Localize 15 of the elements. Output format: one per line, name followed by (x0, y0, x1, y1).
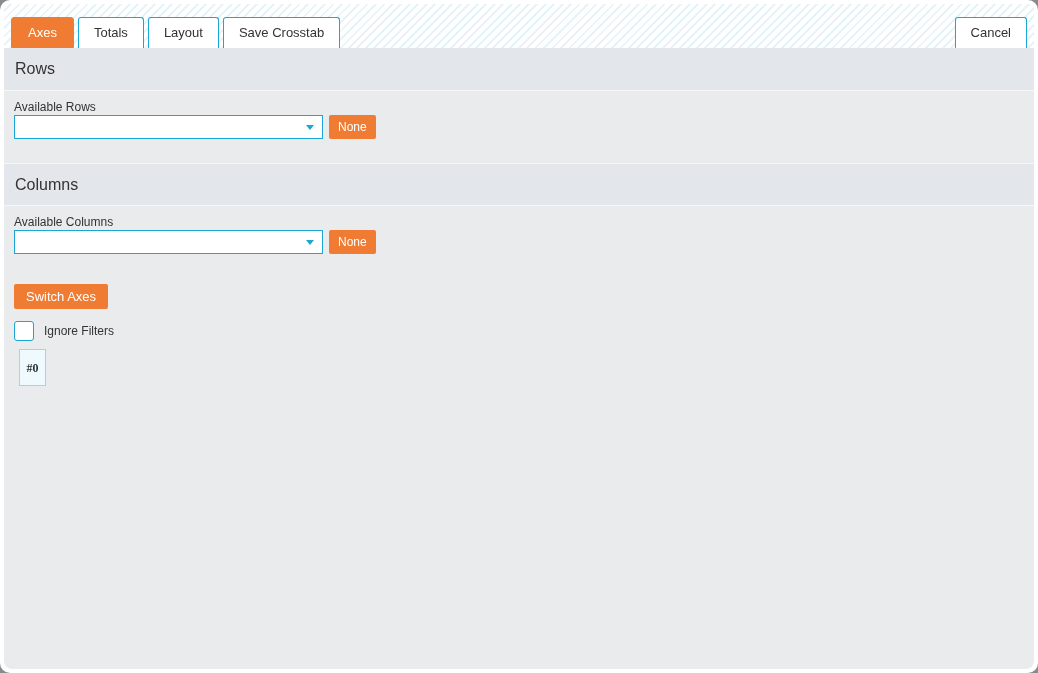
dropdown-field[interactable] (14, 230, 323, 254)
tab[interactable]: Layout (147, 17, 219, 48)
section-title: Rows (15, 59, 55, 79)
cancel-button[interactable]: Cancel (954, 17, 1027, 48)
field-label: Available Columns (14, 214, 115, 230)
section-title: Columns (15, 174, 79, 195)
field-label: Available Rows (14, 99, 97, 115)
tab[interactable]: Save Crosstab (222, 17, 341, 48)
checkbox-label: Ignore Filters (44, 323, 115, 340)
checkbox[interactable] (14, 321, 34, 341)
caret-icon (306, 124, 314, 130)
crosstab-cell: #0 (19, 349, 46, 386)
caret-icon (306, 239, 314, 245)
tab[interactable]: Totals (77, 17, 144, 48)
dropdown-field[interactable] (14, 115, 323, 139)
